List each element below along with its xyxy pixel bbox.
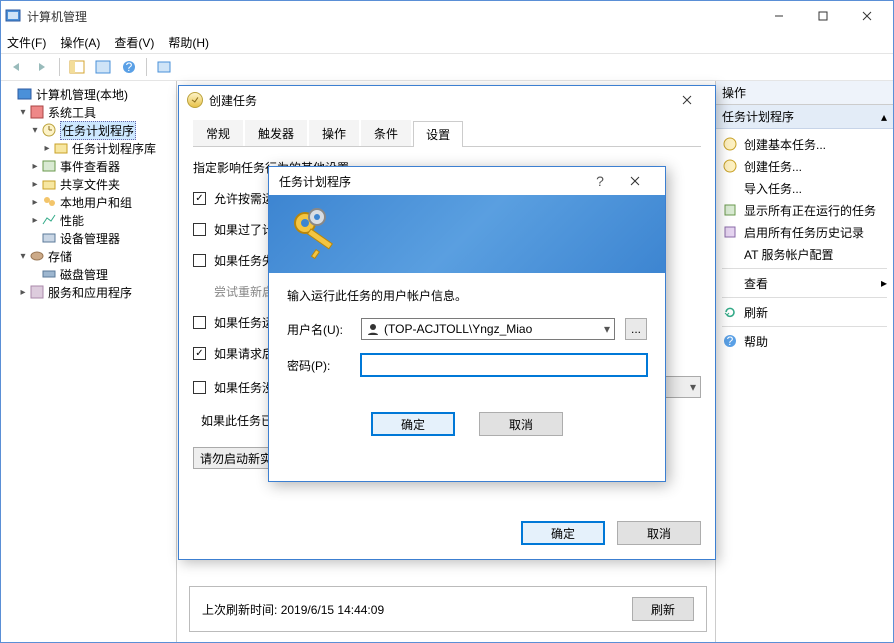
- tree-task-scheduler[interactable]: ▾任务计划程序: [3, 121, 174, 139]
- last-refresh-label: 上次刷新时间:: [202, 603, 277, 617]
- action-refresh[interactable]: 刷新: [722, 301, 887, 323]
- tab-actions[interactable]: 操作: [309, 120, 359, 146]
- tab-triggers[interactable]: 触发器: [245, 120, 307, 146]
- action-at-service[interactable]: AT 服务帐户配置: [722, 243, 887, 265]
- cred-title: 任务计划程序: [279, 173, 585, 190]
- tree-device-manager[interactable]: 设备管理器: [3, 229, 174, 247]
- cred-close-button[interactable]: [615, 169, 655, 193]
- navigation-tree[interactable]: 计算机管理(本地) ▾系统工具 ▾任务计划程序 ▸任务计划程序库 ▸事件查看器 …: [1, 81, 177, 642]
- tree-system-tools[interactable]: ▾系统工具: [3, 103, 174, 121]
- tab-conditions[interactable]: 条件: [361, 120, 411, 146]
- user-icon: [366, 322, 380, 336]
- dialog-titlebar: 创建任务: [179, 86, 715, 114]
- actions-subheader: 任务计划程序▴: [716, 105, 893, 129]
- menu-view[interactable]: 查看(V): [114, 34, 154, 51]
- back-button[interactable]: [5, 56, 27, 78]
- extra-button[interactable]: [153, 56, 175, 78]
- titlebar: 计算机管理: [1, 1, 893, 31]
- dialog-tabs: 常规 触发器 操作 条件 设置: [193, 120, 701, 147]
- dialog-title: 创建任务: [209, 92, 667, 109]
- cred-cancel-button[interactable]: 取消: [479, 412, 563, 436]
- cred-prompt: 输入运行此任务的用户帐户信息。: [287, 287, 647, 304]
- clock-icon: [187, 92, 203, 108]
- last-refresh-value: 2019/6/15 14:44:09: [281, 603, 384, 617]
- username-label: 用户名(U):: [287, 321, 351, 338]
- show-hide-tree-button[interactable]: [66, 56, 88, 78]
- browse-user-button[interactable]: ...: [625, 318, 647, 340]
- close-button[interactable]: [845, 2, 889, 30]
- tree-shared-folders[interactable]: ▸共享文件夹: [3, 175, 174, 193]
- password-input[interactable]: [361, 354, 647, 376]
- action-enable-history[interactable]: 启用所有任务历史记录: [722, 221, 887, 243]
- action-show-running[interactable]: 显示所有正在运行的任务: [722, 199, 887, 221]
- tab-general[interactable]: 常规: [193, 120, 243, 146]
- actions-header: 操作: [716, 81, 893, 105]
- password-label: 密码(P):: [287, 357, 351, 374]
- action-view[interactable]: 查看: [722, 272, 887, 294]
- status-strip: 上次刷新时间: 2019/6/15 14:44:09 刷新: [189, 586, 707, 632]
- action-help[interactable]: ?帮助: [722, 330, 887, 352]
- minimize-button[interactable]: [757, 2, 801, 30]
- tree-services-apps[interactable]: ▸服务和应用程序: [3, 283, 174, 301]
- menu-help[interactable]: 帮助(H): [168, 34, 209, 51]
- menu-action[interactable]: 操作(A): [60, 34, 100, 51]
- app-icon: [5, 8, 21, 24]
- cred-banner: [269, 195, 665, 273]
- cred-help-button[interactable]: ?: [585, 173, 615, 189]
- refresh-button[interactable]: 刷新: [632, 597, 694, 621]
- properties-button[interactable]: [92, 56, 114, 78]
- tree-performance[interactable]: ▸性能: [3, 211, 174, 229]
- action-create-task[interactable]: 创建任务...: [722, 155, 887, 177]
- tab-settings[interactable]: 设置: [413, 121, 463, 147]
- credentials-dialog: 任务计划程序 ? 输入运行此任务的用户帐户信息。 用户名(U): (TOP-AC…: [268, 166, 666, 482]
- menubar: 文件(F) 操作(A) 查看(V) 帮助(H): [1, 31, 893, 53]
- tree-storage[interactable]: ▾存储: [3, 247, 174, 265]
- dialog-cancel-button[interactable]: 取消: [617, 521, 701, 545]
- action-import-task[interactable]: 导入任务...: [722, 177, 887, 199]
- actions-pane: 操作 任务计划程序▴ 创建基本任务... 创建任务... 导入任务... 显示所…: [715, 81, 893, 642]
- cred-ok-button[interactable]: 确定: [371, 412, 455, 436]
- svg-text:?: ?: [126, 60, 133, 74]
- maximize-button[interactable]: [801, 2, 845, 30]
- keys-icon: [287, 205, 347, 265]
- help-button[interactable]: ?: [118, 56, 140, 78]
- tree-disk-management[interactable]: 磁盘管理: [3, 265, 174, 283]
- tree-task-scheduler-library[interactable]: ▸任务计划程序库: [3, 139, 174, 157]
- toolbar: ?: [1, 53, 893, 81]
- tree-event-viewer[interactable]: ▸事件查看器: [3, 157, 174, 175]
- dialog-close-button[interactable]: [667, 88, 707, 112]
- username-input[interactable]: (TOP-ACJTOLL\Yngz_Miao: [361, 318, 615, 340]
- action-create-basic-task[interactable]: 创建基本任务...: [722, 133, 887, 155]
- forward-button[interactable]: [31, 56, 53, 78]
- dialog-ok-button[interactable]: 确定: [521, 521, 605, 545]
- cred-titlebar: 任务计划程序 ?: [269, 167, 665, 195]
- tree-root[interactable]: 计算机管理(本地): [3, 85, 174, 103]
- tree-local-users[interactable]: ▸本地用户和组: [3, 193, 174, 211]
- menu-file[interactable]: 文件(F): [7, 34, 46, 51]
- window-title: 计算机管理: [27, 8, 757, 25]
- svg-text:?: ?: [727, 334, 734, 348]
